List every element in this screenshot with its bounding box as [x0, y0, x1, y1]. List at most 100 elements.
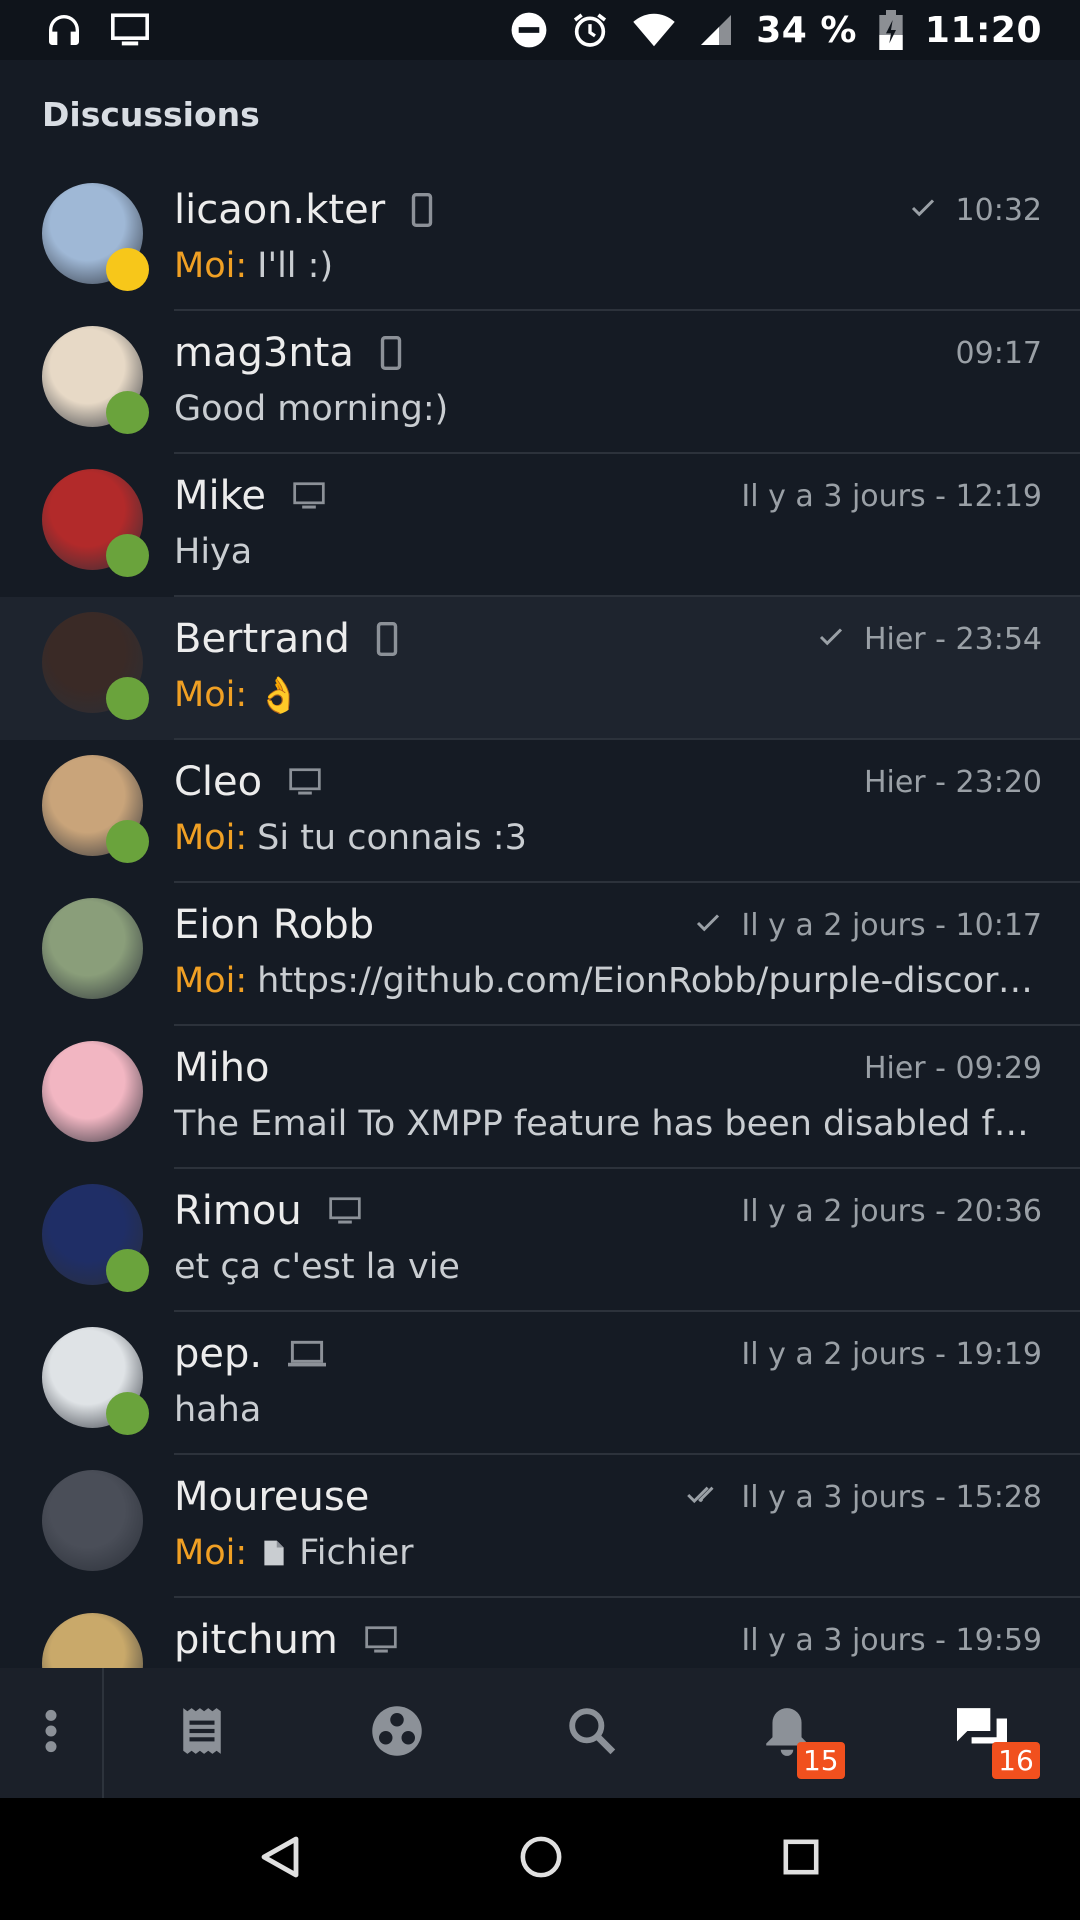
- communities-icon: [370, 1704, 424, 1762]
- chats-badge: 16: [992, 1742, 1040, 1779]
- phone-icon: [411, 193, 433, 227]
- conversation-row[interactable]: Mike Il y a 3 jours - 12:19 Hiya: [0, 454, 1080, 597]
- notifications-badge: 15: [796, 1742, 845, 1779]
- conversation-meta: Il y a 3 jours - 12:19: [741, 479, 1042, 514]
- conversation-row[interactable]: pep. Il y a 2 jours - 19:19 haha: [0, 1312, 1080, 1455]
- conversation-meta: 10:32: [910, 193, 1042, 228]
- battery-icon: [879, 10, 903, 50]
- conversation-row[interactable]: licaon.kter 10:32 Moi: I'll :): [0, 168, 1080, 311]
- conversation-body: Eion Robb Il y a 2 jours - 10:17 Moi: https…: [174, 883, 1080, 1026]
- timestamp: Il y a 2 jours - 19:19: [741, 1336, 1042, 1372]
- timestamp: Il y a 3 jours - 12:19: [741, 478, 1042, 514]
- presence-indicator: [106, 677, 149, 720]
- contact-name: Moureuse: [174, 1474, 370, 1520]
- desktop-icon: [288, 767, 322, 797]
- contact-name: Mike: [174, 473, 266, 519]
- timestamp: Il y a 2 jours - 10:17: [741, 907, 1042, 943]
- message-preview: Si tu connais :3: [257, 818, 527, 858]
- avatar: [42, 1613, 143, 1668]
- search-icon: [567, 1706, 617, 1760]
- conversation-header: Cleo Hier - 23:20: [174, 754, 1042, 810]
- system-navigation-bar: [0, 1798, 1080, 1920]
- message-preview: I'll :): [257, 246, 334, 286]
- app-header: Discussions: [0, 60, 1080, 168]
- conversation-header: pitchum Il y a 3 jours - 19:59: [174, 1612, 1042, 1668]
- contact-name: mag3nta: [174, 330, 354, 376]
- menu-button[interactable]: [0, 1668, 104, 1798]
- double-check-icon: [687, 1485, 721, 1509]
- check-icon: [910, 198, 936, 222]
- conversation-row[interactable]: Miho Hier - 09:29 The Email To XMPP featur…: [0, 1026, 1080, 1169]
- alarm-icon: [570, 10, 610, 50]
- recents-icon[interactable]: [782, 1838, 820, 1880]
- sender-label: Moi:: [174, 961, 248, 1001]
- presence-indicator: [106, 1249, 149, 1292]
- conversation-row[interactable]: Rimou Il y a 2 jours - 20:36 et ça c'est l…: [0, 1169, 1080, 1312]
- message-preview: Good morning:): [174, 389, 449, 429]
- conversation-meta: Hier - 23:54: [818, 622, 1042, 657]
- conversation-meta: Il y a 2 jours - 20:36: [741, 1194, 1042, 1229]
- conversation-header: Miho Hier - 09:29: [174, 1040, 1042, 1096]
- presence-indicator: [106, 1392, 149, 1435]
- avatar: [42, 898, 143, 999]
- conversation-header: pep. Il y a 2 jours - 19:19: [174, 1326, 1042, 1382]
- sender-label: Moi:: [174, 675, 248, 715]
- desktop-icon: [328, 1196, 362, 1226]
- timestamp: Il y a 3 jours - 19:59: [741, 1622, 1042, 1658]
- conversation-meta: Hier - 23:20: [864, 765, 1042, 800]
- menu-dots-icon: [43, 1709, 59, 1757]
- conversation-row[interactable]: Eion Robb Il y a 2 jours - 10:17 Moi: https…: [0, 883, 1080, 1026]
- nav-notifications[interactable]: 15: [690, 1668, 885, 1798]
- conversation-meta: Il y a 2 jours - 10:17: [695, 908, 1042, 943]
- message-preview: haha: [174, 1390, 262, 1430]
- last-message: The Email To XMPP feature has been disab…: [174, 1100, 1042, 1148]
- conversation-body: Moureuse Il y a 3 jours - 15:28 Moi: Fichie…: [174, 1455, 1080, 1598]
- timestamp: 10:32: [955, 192, 1042, 228]
- nav-chats[interactable]: 16: [885, 1668, 1080, 1798]
- conversation-body: pep. Il y a 2 jours - 19:19 haha: [174, 1312, 1080, 1455]
- nav-search[interactable]: [494, 1668, 689, 1798]
- nav-communities[interactable]: [299, 1668, 494, 1798]
- phone-icon: [380, 336, 402, 370]
- status-bar: 34 % 11:20: [0, 0, 1080, 60]
- last-message: Moi: Si tu connais :3: [174, 814, 1042, 862]
- back-icon[interactable]: [260, 1835, 300, 1883]
- conversation-body: Rimou Il y a 2 jours - 20:36 et ça c'est l…: [174, 1169, 1080, 1312]
- contact-name: Cleo: [174, 759, 263, 805]
- presence-indicator: [106, 534, 149, 577]
- last-message: Moi: 👌: [174, 671, 1042, 719]
- wifi-icon: [632, 12, 676, 48]
- conversation-row[interactable]: pitchum Il y a 3 jours - 19:59: [0, 1598, 1080, 1668]
- conversation-header: Rimou Il y a 2 jours - 20:36: [174, 1183, 1042, 1239]
- conversation-header: Moureuse Il y a 3 jours - 15:28: [174, 1469, 1042, 1525]
- conversation-body: Miho Hier - 09:29 The Email To XMPP featur…: [174, 1026, 1080, 1169]
- conversation-meta: Hier - 09:29: [864, 1051, 1042, 1086]
- last-message: et ça c'est la vie: [174, 1243, 1042, 1291]
- conversation-row[interactable]: mag3nta 09:17 Good morning:): [0, 311, 1080, 454]
- desktop-icon: [292, 481, 326, 511]
- message-preview: et ça c'est la vie: [174, 1247, 460, 1287]
- conversation-row[interactable]: Bertrand Hier - 23:54 Moi: 👌: [0, 597, 1080, 740]
- conversation-header: Mike Il y a 3 jours - 12:19: [174, 468, 1042, 524]
- message-preview: The Email To XMPP feature has been disab…: [174, 1104, 1042, 1144]
- contact-name: Bertrand: [174, 616, 350, 662]
- sender-label: Moi:: [174, 1533, 248, 1573]
- do-not-disturb-icon: [510, 11, 548, 49]
- timestamp: Hier - 09:29: [863, 1050, 1042, 1086]
- file-icon: [263, 1539, 285, 1567]
- headphones-icon: [44, 10, 84, 50]
- timestamp: Il y a 2 jours - 20:36: [741, 1193, 1042, 1229]
- timestamp: 09:17: [955, 335, 1042, 371]
- last-message: Hiya: [174, 528, 1042, 576]
- avatar: [42, 1470, 143, 1571]
- conversation-row[interactable]: Moureuse Il y a 3 jours - 15:28 Moi: Fichie…: [0, 1455, 1080, 1598]
- contact-name: Eion Robb: [174, 902, 375, 948]
- home-icon[interactable]: [520, 1836, 562, 1882]
- conversation-header: Eion Robb Il y a 2 jours - 10:17: [174, 897, 1042, 953]
- conversation-list[interactable]: licaon.kter 10:32 Moi: I'll :) mag3nta 09:17 G…: [0, 168, 1080, 1668]
- last-message: Moi: I'll :): [174, 242, 1042, 290]
- nav-news[interactable]: [104, 1668, 299, 1798]
- conversation-row[interactable]: Cleo Hier - 23:20 Moi: Si tu connais :3: [0, 740, 1080, 883]
- timestamp: Hier - 23:20: [863, 764, 1042, 800]
- contact-name: licaon.kter: [174, 187, 386, 233]
